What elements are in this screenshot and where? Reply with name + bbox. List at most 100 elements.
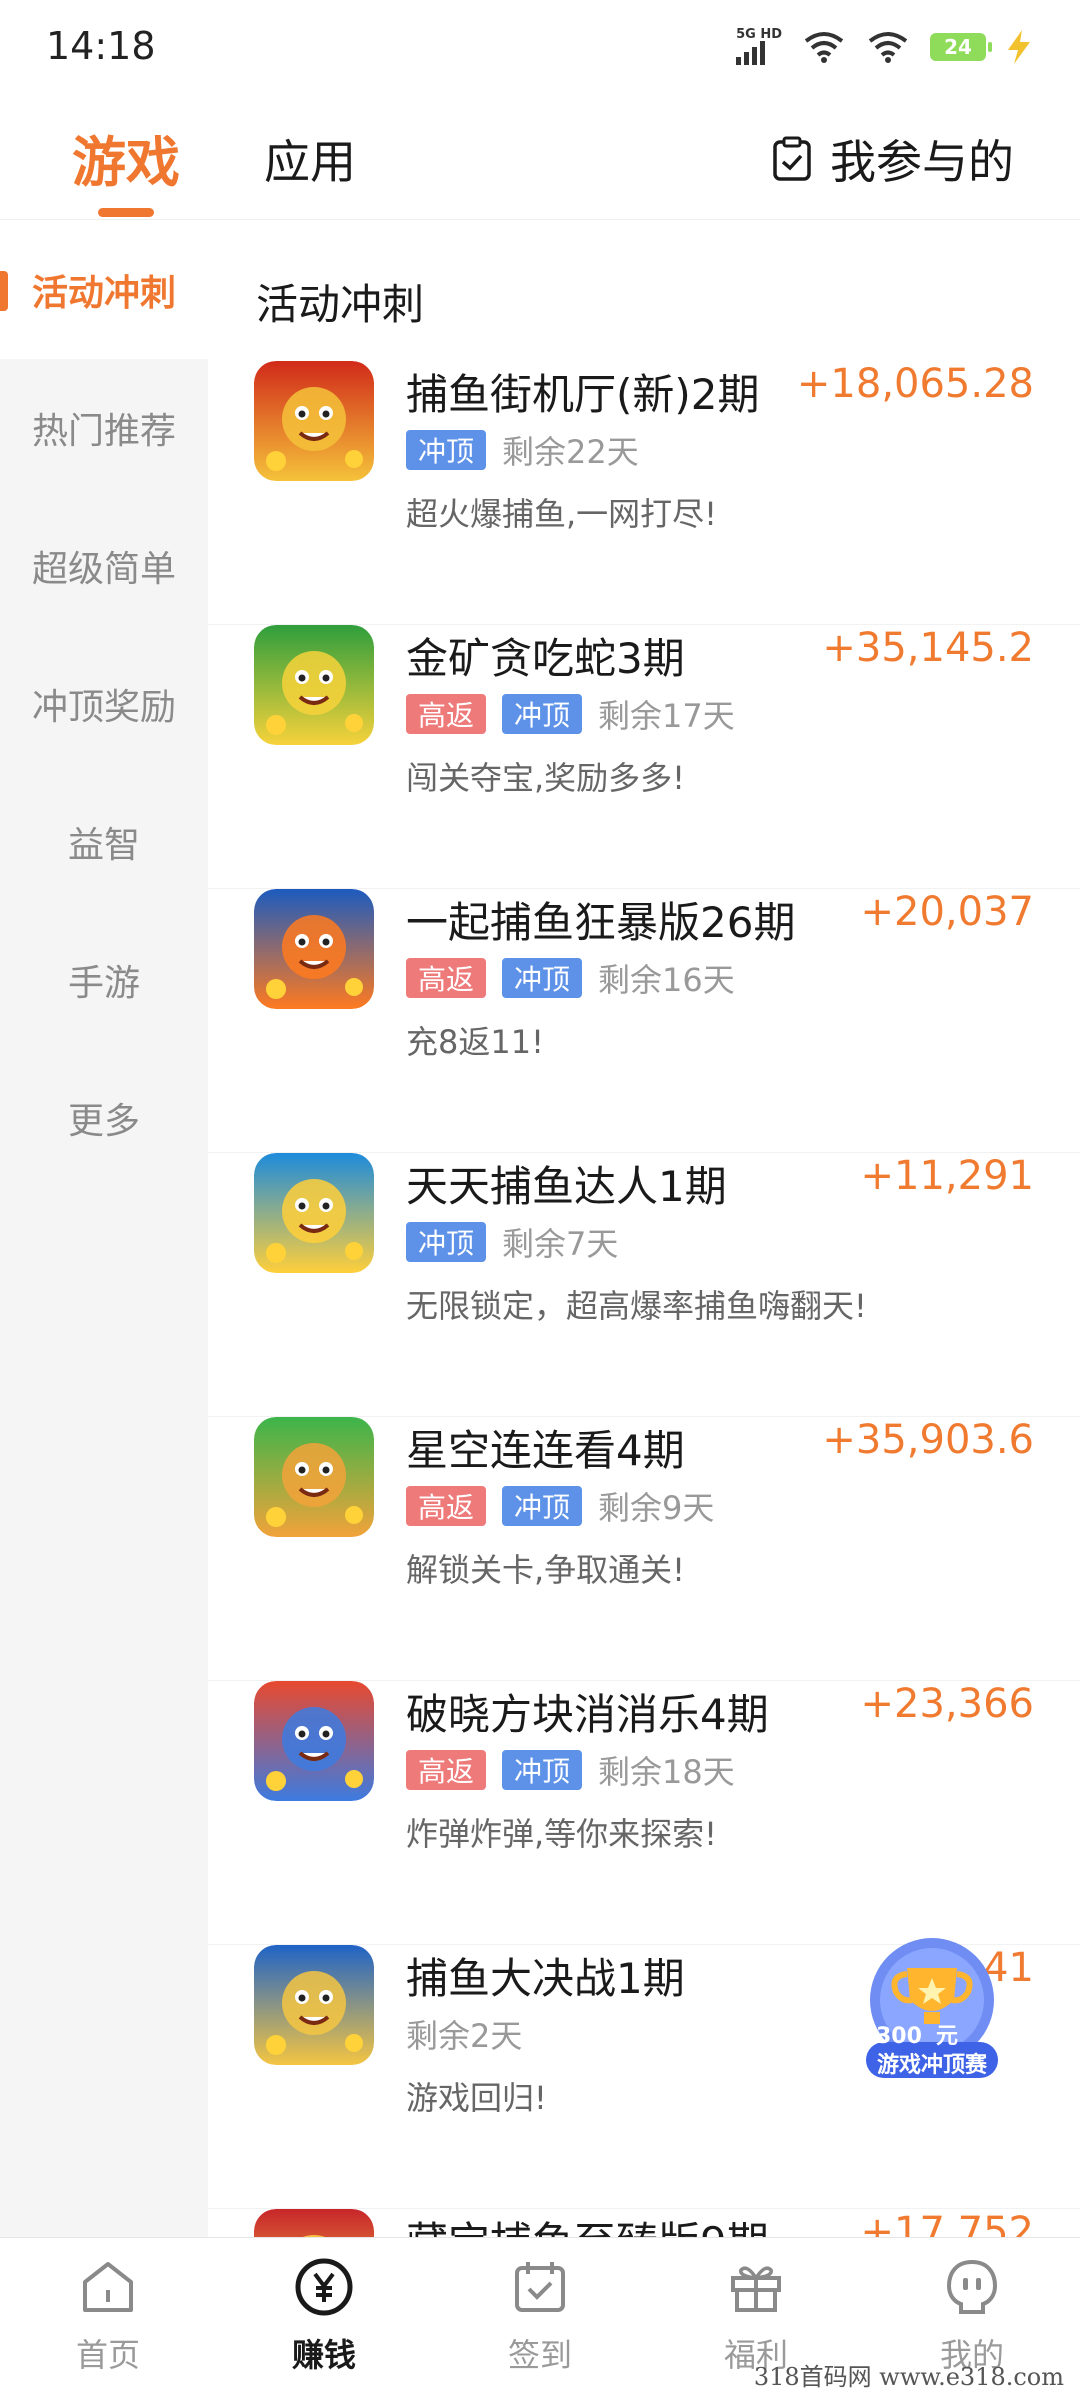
game-name: 破晓方块消消乐4期 [406,1690,769,1739]
game-tags: 高返 冲顶 剩余9天 [406,1483,714,1529]
game-name: 星空连连看4期 [406,1426,685,1475]
sidebar-item-label: 热门推荐 [31,411,176,452]
game-tags: 剩余2天 [406,2011,522,2057]
badge-amount: 300 元 [876,2024,958,2049]
sidebar-item-label: 手游 [67,963,140,1004]
treasure-fish-icon[interactable] [254,2209,374,2237]
sidebar-item-more[interactable]: 更多 [0,1049,208,1187]
lion-match-icon[interactable] [254,1417,374,1537]
sidebar-item-mobile-games[interactable]: 手游 [0,911,208,1049]
status-icons: 5G HD 24 [736,28,1032,65]
top-tag: 冲顶 [502,694,583,734]
game-tags: 高返 冲顶 剩余18天 [406,1747,735,1793]
nav-label: 赚钱 [291,2336,356,2374]
game-card[interactable]: 一起捕鱼狂暴版26期 +20,037 高返 冲顶 剩余16天 充8返11! [208,889,1080,1153]
sidebar-item-activity-sprint[interactable]: 活动冲刺 [0,221,208,359]
gift-icon [731,2266,781,2312]
sidebar-item-puzzle[interactable]: 益智 [0,773,208,911]
tab-app[interactable]: 应用 [264,126,356,192]
game-tags: 高返 冲顶 剩余17天 [406,691,735,737]
my-join-button[interactable]: 我参与的 [772,126,1014,192]
bottom-nav: 首页 赚钱 签到 福利 我的 318首码网 www.e318.com [0,2237,1080,2400]
nav-label: 签到 [507,2336,572,2374]
remaining-days: 剩余17天 [598,697,735,735]
status-bar: 14:18 5G HD 24 [0,0,1080,96]
sidebar-item-top-reward[interactable]: 冲顶奖励 [0,635,208,773]
top-tag: 冲顶 [406,430,487,470]
game-name: 一起捕鱼狂暴版26期 [406,898,796,947]
nav-item-checkin[interactable]: 签到 [470,2256,610,2386]
remaining-days: 剩余2天 [406,2017,523,2055]
remaining-days: 剩余9天 [598,1489,715,1527]
charging-icon [1008,29,1030,64]
game-card[interactable]: 星空连连看4期 +35,903.6 高返 冲顶 剩余9天 解锁关卡,争取通关! [208,1417,1080,1681]
game-name: 金矿贪吃蛇3期 [406,634,685,683]
calendar-check-icon [515,2262,565,2312]
nav-item-earn[interactable]: 赚钱 [254,2256,394,2386]
sidebar-item-label: 益智 [67,825,140,866]
game-name: 捕鱼街机厅(新)2期 [406,370,760,419]
game-amount: +35,145.2 [822,625,1034,671]
sidebar-item-hot[interactable]: 热门推荐 [0,359,208,497]
high-return-tag: 高返 [406,1750,487,1790]
badge-label: 游戏冲顶赛 [876,2053,987,2078]
game-description: 无限锁定，超高爆率捕鱼嗨翻天! [406,1287,867,1325]
gold-snake-icon[interactable] [254,625,374,745]
shark-battle-icon[interactable] [254,1945,374,2065]
game-amount: +23,366 [860,1681,1034,1727]
tab-active-indicator [98,208,154,217]
game-name: 天天捕鱼达人1期 [406,1162,727,1211]
wifi-plus-icon [804,31,844,63]
game-sprint-badge[interactable]: 300 元 游戏冲顶赛 [852,1930,1012,2090]
game-description: 超火爆捕鱼,一网打尽! [406,495,718,533]
game-amount: +17,752 [860,2209,1034,2237]
game-amount: +18,065.28 [796,361,1034,407]
remaining-days: 剩余16天 [598,961,735,999]
shark-fish-icon[interactable] [254,1153,374,1273]
top-tag: 冲顶 [502,1750,583,1790]
game-description: 闯关夺宝,奖励多多! [406,759,686,797]
tab-game[interactable]: 游戏 [72,118,180,197]
yuan-icon [295,2258,353,2316]
game-amount: +35,903.6 [822,1417,1034,1463]
signal-icon: 5G HD [736,28,782,65]
sidebar-item-label: 活动冲刺 [31,273,176,314]
game-description: 充8返11! [406,1023,544,1061]
my-join-label: 我参与的 [830,135,1014,189]
game-description: 解锁关卡,争取通关! [406,1551,686,1589]
profile-icon [946,2259,998,2314]
fish-arcade-icon[interactable] [254,361,374,481]
sidebar-active-indicator [0,271,8,311]
game-card[interactable]: 金矿贪吃蛇3期 +35,145.2 高返 冲顶 剩余17天 闯关夺宝,奖励多多! [208,625,1080,889]
remaining-days: 剩余18天 [598,1753,735,1791]
battery-icon: 24 [930,32,992,61]
sidebar-item-label: 更多 [67,1101,140,1142]
clipboard-check-icon [773,136,811,181]
game-name: 藏宝捕鱼至臻版9期 [406,2209,769,2237]
dragon-fish-icon[interactable] [254,889,374,1009]
game-tags: 冲顶 剩余7天 [406,1219,618,1265]
high-return-tag: 高返 [406,958,487,998]
game-tags: 冲顶 剩余22天 [406,427,639,473]
game-card[interactable]: 捕鱼街机厅(新)2期 +18,065.28 冲顶 剩余22天 超火爆捕鱼,一网打… [208,361,1080,625]
game-card[interactable]: 天天捕鱼达人1期 +11,291 冲顶 剩余7天 无限锁定，超高爆率捕鱼嗨翻天! [208,1153,1080,1417]
sidebar-item-label: 超级简单 [31,549,176,590]
game-description: 炸弹炸弹,等你来探索! [406,1815,718,1853]
sidebar-item-simple[interactable]: 超级简单 [0,497,208,635]
high-return-tag: 高返 [406,1486,487,1526]
game-description: 游戏回归! [406,2079,547,2117]
top-tabs: 游戏 应用 我参与的 [0,96,1080,220]
game-amount: +11,291 [860,1153,1034,1199]
game-card[interactable]: 破晓方块消消乐4期 +23,366 高返 冲顶 剩余18天 炸弹炸弹,等你来探索! [208,1681,1080,1945]
section-title: 活动冲刺 [256,280,425,329]
wifi-icon [868,31,908,63]
category-sidebar: 活动冲刺 热门推荐 超级简单 冲顶奖励 益智 手游 更多 [0,221,208,2237]
home-icon [83,2262,133,2312]
nav-item-home[interactable]: 首页 [38,2256,178,2386]
game-card[interactable]: 藏宝捕鱼至臻版9期 +17,752 [208,2209,1080,2237]
watermark: 318首码网 www.e318.com [753,2363,1064,2391]
game-name: 捕鱼大决战1期 [406,1954,685,2003]
penguin-block-icon[interactable] [254,1681,374,1801]
top-tag: 冲顶 [406,1222,487,1262]
sidebar-item-label: 冲顶奖励 [31,687,176,728]
